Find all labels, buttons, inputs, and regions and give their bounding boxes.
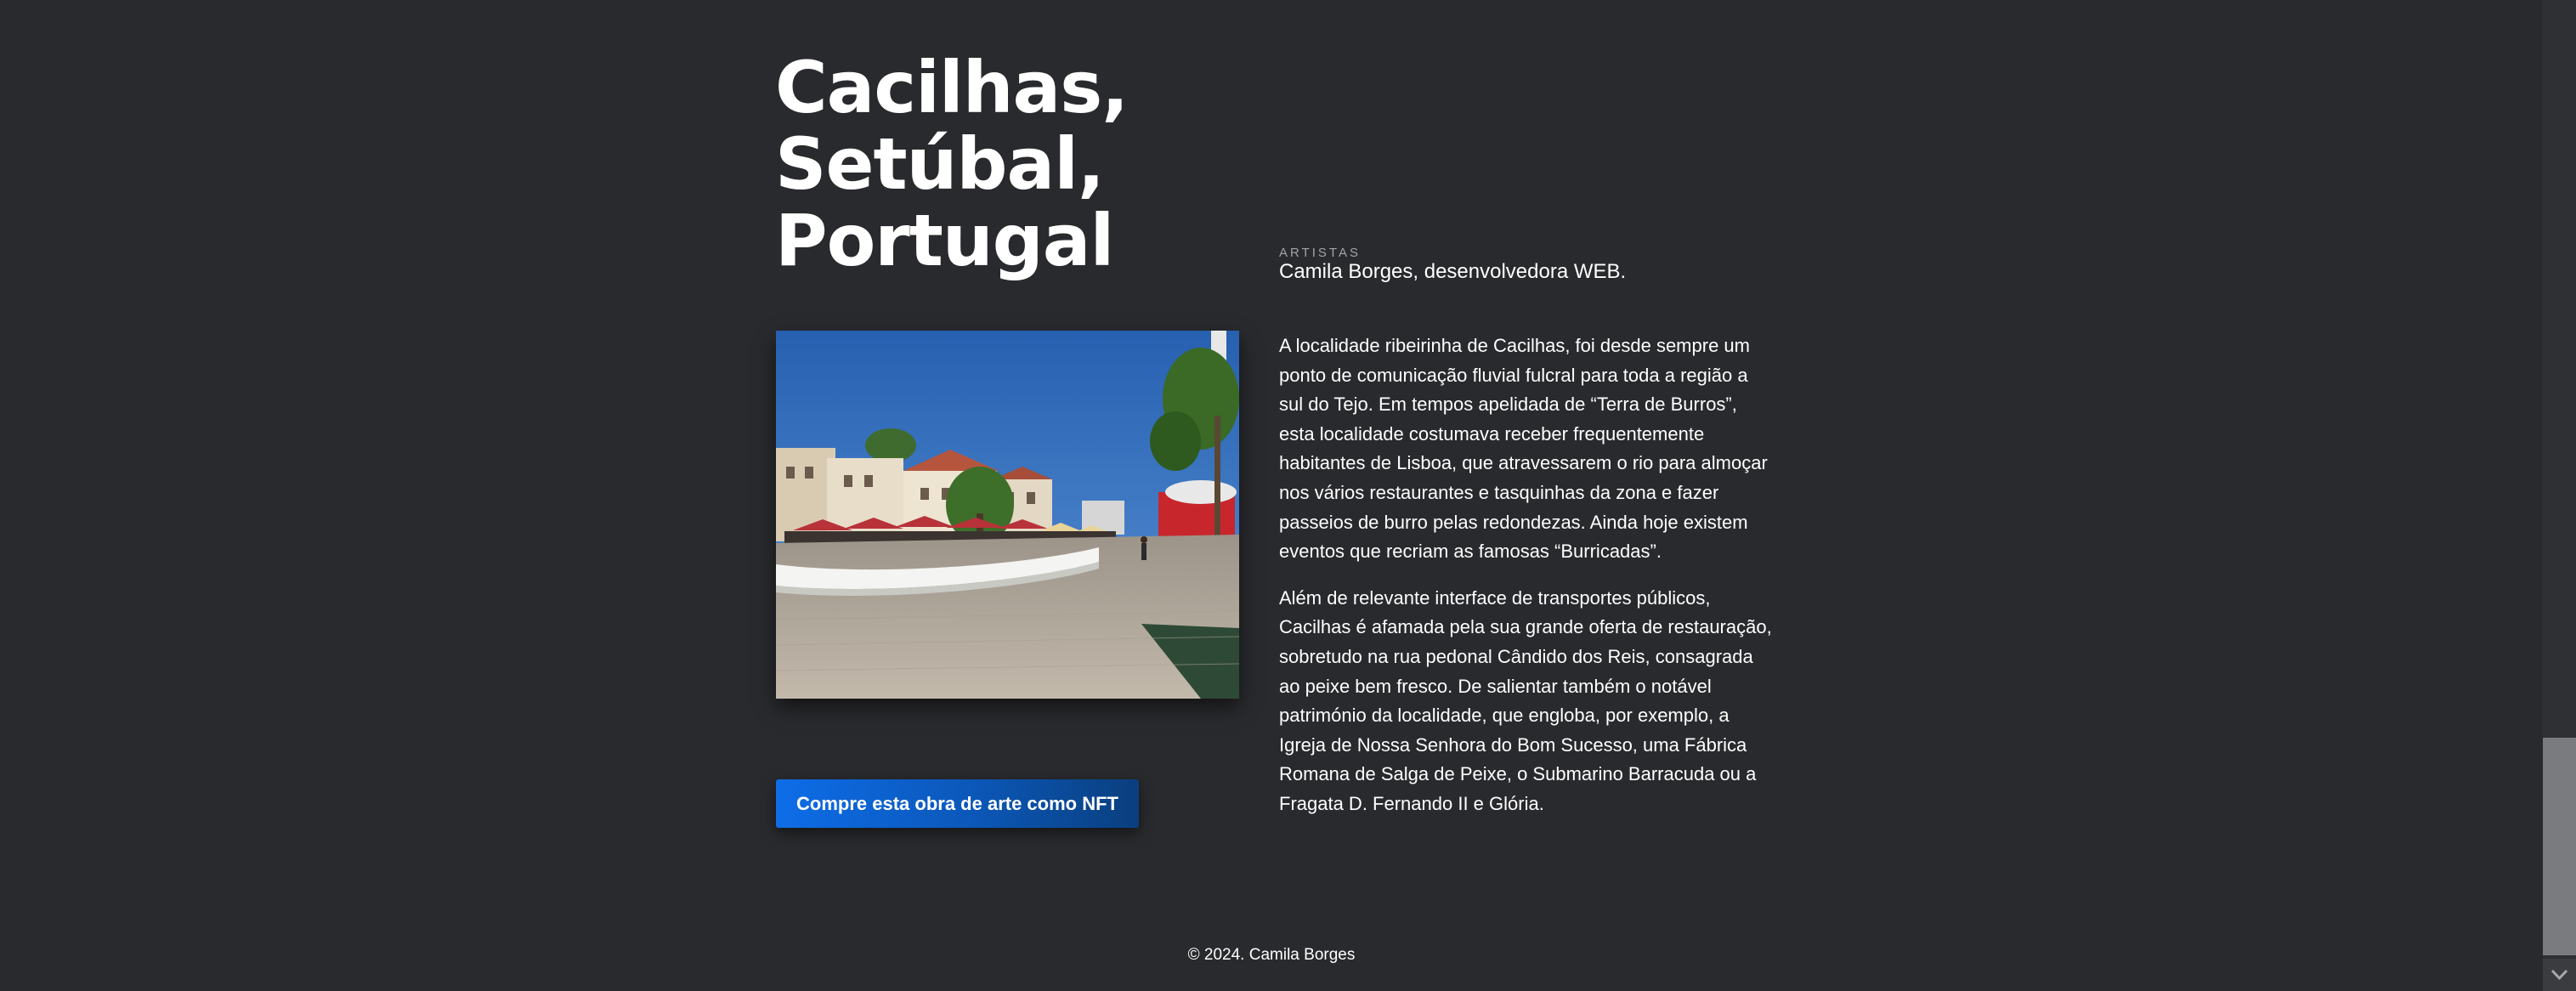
title-line-3: Portugal xyxy=(775,199,1114,282)
buy-nft-button[interactable]: Compre esta obra de arte como NFT xyxy=(776,779,1139,828)
title-line-2: Setúbal, xyxy=(775,122,1105,206)
artwork-photo xyxy=(776,331,1239,699)
artists-value: Camila Borges, desenvolvedora WEB. xyxy=(1279,260,1627,283)
page: Cacilhas, Setúbal, Portugal ARTISTAS Cam… xyxy=(0,0,2576,991)
scroll-down-button[interactable] xyxy=(2543,959,2576,991)
artwork-description: A localidade ribeirinha de Cacilhas, foi… xyxy=(1279,331,1776,836)
page-title: Cacilhas, Setúbal, Portugal xyxy=(775,46,1129,282)
scrollbar-thumb[interactable] xyxy=(2543,738,2576,955)
title-line-1: Cacilhas, xyxy=(775,46,1129,129)
artists-label: ARTISTAS xyxy=(1279,246,1361,260)
chevron-down-icon xyxy=(2551,969,2568,981)
footer-copyright: © 2024. Camila Borges xyxy=(1187,946,1356,964)
description-paragraph-1: A localidade ribeirinha de Cacilhas, foi… xyxy=(1279,335,1768,563)
vertical-scrollbar[interactable] xyxy=(2543,0,2576,991)
description-paragraph-2: Além de relevante interface de transport… xyxy=(1279,586,1772,814)
